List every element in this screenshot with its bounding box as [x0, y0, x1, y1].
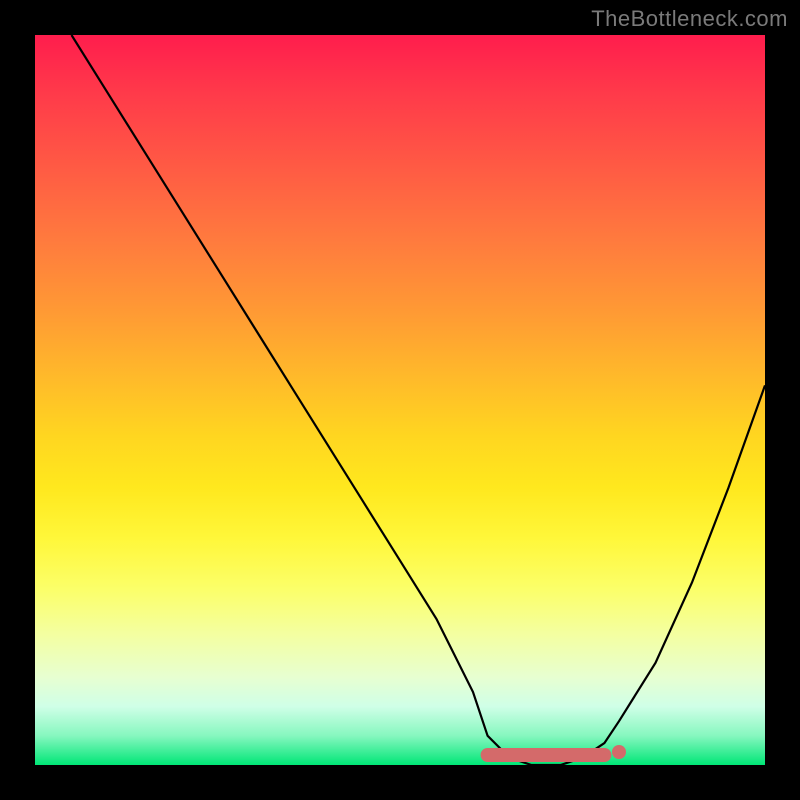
curve-layer — [35, 35, 765, 765]
bottleneck-curve — [72, 35, 766, 765]
chart-stage: TheBottleneck.com — [0, 0, 800, 800]
watermark-text: TheBottleneck.com — [591, 6, 788, 32]
optimal-marker-dot — [612, 745, 626, 759]
plot-area — [35, 35, 765, 765]
